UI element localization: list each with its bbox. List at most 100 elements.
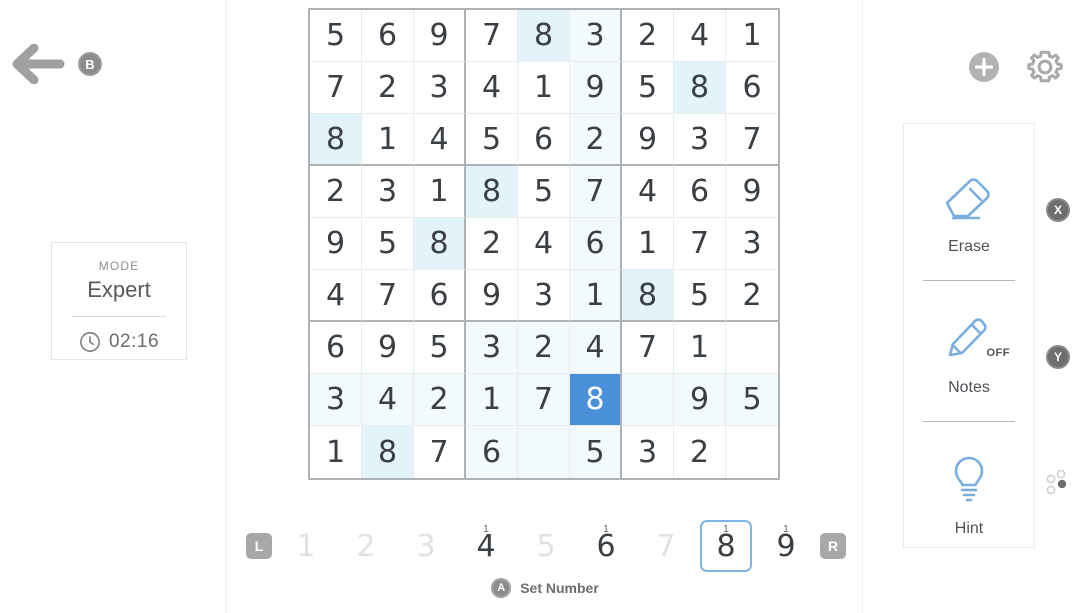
cell-r9-c8[interactable]: 2 bbox=[674, 426, 726, 478]
cell-r9-c4[interactable]: 6 bbox=[466, 426, 518, 478]
cell-r4-c8[interactable]: 6 bbox=[674, 166, 726, 218]
cell-r6-c7[interactable]: 8 bbox=[622, 270, 674, 322]
cell-r1-c8[interactable]: 4 bbox=[674, 10, 726, 62]
cell-r3-c8[interactable]: 3 bbox=[674, 114, 726, 166]
cell-r7-c2[interactable]: 9 bbox=[362, 322, 414, 374]
cell-r6-c2[interactable]: 7 bbox=[362, 270, 414, 322]
cell-r7-c3[interactable]: 5 bbox=[414, 322, 466, 374]
cell-r8-c1[interactable]: 3 bbox=[310, 374, 362, 426]
cell-r4-c6[interactable]: 7 bbox=[570, 166, 622, 218]
cell-r3-c5[interactable]: 6 bbox=[518, 114, 570, 166]
cell-r4-c5[interactable]: 5 bbox=[518, 166, 570, 218]
cell-r9-c3[interactable]: 7 bbox=[414, 426, 466, 478]
plus-circle-icon[interactable] bbox=[968, 51, 1000, 83]
numpad-key-1[interactable]: 1 bbox=[280, 520, 332, 572]
cell-r4-c4[interactable]: 8 bbox=[466, 166, 518, 218]
cell-r3-c7[interactable]: 9 bbox=[622, 114, 674, 166]
cell-r5-c5[interactable]: 4 bbox=[518, 218, 570, 270]
cell-r9-c7[interactable]: 3 bbox=[622, 426, 674, 478]
cell-r9-c5[interactable] bbox=[518, 426, 570, 478]
tool-hint[interactable]: Hint bbox=[947, 448, 991, 538]
arrow-left-icon[interactable] bbox=[8, 44, 66, 84]
cell-r2-c6[interactable]: 9 bbox=[570, 62, 622, 114]
cell-r8-c2[interactable]: 4 bbox=[362, 374, 414, 426]
cell-r5-c7[interactable]: 1 bbox=[622, 218, 674, 270]
cell-r1-c2[interactable]: 6 bbox=[362, 10, 414, 62]
numpad-key-3[interactable]: 3 bbox=[400, 520, 452, 572]
right-shoulder-button[interactable]: R bbox=[820, 533, 846, 559]
gear-icon[interactable] bbox=[1026, 48, 1064, 86]
cell-r6-c5[interactable]: 3 bbox=[518, 270, 570, 322]
cell-r6-c3[interactable]: 6 bbox=[414, 270, 466, 322]
cell-r8-c3[interactable]: 2 bbox=[414, 374, 466, 426]
cell-r6-c8[interactable]: 5 bbox=[674, 270, 726, 322]
cell-r4-c7[interactable]: 4 bbox=[622, 166, 674, 218]
cell-r2-c9[interactable]: 6 bbox=[726, 62, 778, 114]
numpad-key-4[interactable]: 14 bbox=[460, 520, 512, 572]
cell-r9-c2[interactable]: 8 bbox=[362, 426, 414, 478]
cell-r5-c6[interactable]: 6 bbox=[570, 218, 622, 270]
numpad-key-7[interactable]: 7 bbox=[640, 520, 692, 572]
cell-r8-c6[interactable]: 8 bbox=[570, 374, 622, 426]
cell-r7-c6[interactable]: 4 bbox=[570, 322, 622, 374]
cell-r2-c8[interactable]: 8 bbox=[674, 62, 726, 114]
cell-r6-c4[interactable]: 9 bbox=[466, 270, 518, 322]
cell-r3-c3[interactable]: 4 bbox=[414, 114, 466, 166]
cell-r9-c6[interactable]: 5 bbox=[570, 426, 622, 478]
cell-r4-c1[interactable]: 2 bbox=[310, 166, 362, 218]
cell-r7-c1[interactable]: 6 bbox=[310, 322, 362, 374]
cell-r1-c4[interactable]: 7 bbox=[466, 10, 518, 62]
cell-r1-c7[interactable]: 2 bbox=[622, 10, 674, 62]
cell-r1-c3[interactable]: 9 bbox=[414, 10, 466, 62]
cell-r8-c7[interactable] bbox=[622, 374, 674, 426]
cell-r1-c1[interactable]: 5 bbox=[310, 10, 362, 62]
tool-erase[interactable]: Erase bbox=[941, 166, 997, 256]
back-control[interactable]: B bbox=[8, 44, 102, 84]
cell-r2-c5[interactable]: 1 bbox=[518, 62, 570, 114]
cell-r6-c6[interactable]: 1 bbox=[570, 270, 622, 322]
cell-r1-c6[interactable]: 3 bbox=[570, 10, 622, 62]
cell-r3-c9[interactable]: 7 bbox=[726, 114, 778, 166]
cell-r7-c4[interactable]: 3 bbox=[466, 322, 518, 374]
cell-r6-c9[interactable]: 2 bbox=[726, 270, 778, 322]
cell-r2-c2[interactable]: 2 bbox=[362, 62, 414, 114]
cell-r5-c2[interactable]: 5 bbox=[362, 218, 414, 270]
cell-r7-c7[interactable]: 7 bbox=[622, 322, 674, 374]
sudoku-board[interactable]: 5697832417234195868145629372318574699582… bbox=[308, 8, 780, 480]
cell-r3-c6[interactable]: 2 bbox=[570, 114, 622, 166]
cell-r3-c2[interactable]: 1 bbox=[362, 114, 414, 166]
cell-r8-c4[interactable]: 1 bbox=[466, 374, 518, 426]
number-pad[interactable]: L1231451671819 R bbox=[246, 520, 846, 572]
numpad-key-9[interactable]: 19 bbox=[760, 520, 812, 572]
cell-r8-c9[interactable]: 5 bbox=[726, 374, 778, 426]
numpad-key-2[interactable]: 2 bbox=[340, 520, 392, 572]
cell-r9-c1[interactable]: 1 bbox=[310, 426, 362, 478]
cell-r7-c9[interactable] bbox=[726, 322, 778, 374]
cell-r5-c8[interactable]: 7 bbox=[674, 218, 726, 270]
cell-r3-c1[interactable]: 8 bbox=[310, 114, 362, 166]
cell-r5-c3[interactable]: 8 bbox=[414, 218, 466, 270]
cell-r2-c4[interactable]: 4 bbox=[466, 62, 518, 114]
numpad-key-8[interactable]: 18 bbox=[700, 520, 752, 572]
cell-r5-c9[interactable]: 3 bbox=[726, 218, 778, 270]
cell-r7-c5[interactable]: 2 bbox=[518, 322, 570, 374]
cell-r4-c2[interactable]: 3 bbox=[362, 166, 414, 218]
cell-r8-c8[interactable]: 9 bbox=[674, 374, 726, 426]
numpad-key-5[interactable]: 5 bbox=[520, 520, 572, 572]
cell-r6-c1[interactable]: 4 bbox=[310, 270, 362, 322]
cell-r4-c3[interactable]: 1 bbox=[414, 166, 466, 218]
cell-r5-c1[interactable]: 9 bbox=[310, 218, 362, 270]
left-shoulder-button[interactable]: L bbox=[246, 533, 272, 559]
cell-r4-c9[interactable]: 9 bbox=[726, 166, 778, 218]
cell-r8-c5[interactable]: 7 bbox=[518, 374, 570, 426]
set-number-action[interactable]: A Set Number bbox=[0, 578, 1090, 598]
cell-r9-c9[interactable] bbox=[726, 426, 778, 478]
cell-r1-c5[interactable]: 8 bbox=[518, 10, 570, 62]
cell-r2-c3[interactable]: 3 bbox=[414, 62, 466, 114]
tool-notes[interactable]: OFF Notes bbox=[944, 307, 1010, 397]
cell-r5-c4[interactable]: 2 bbox=[466, 218, 518, 270]
cell-r1-c9[interactable]: 1 bbox=[726, 10, 778, 62]
cell-r7-c8[interactable]: 1 bbox=[674, 322, 726, 374]
cell-r3-c4[interactable]: 5 bbox=[466, 114, 518, 166]
numpad-key-6[interactable]: 16 bbox=[580, 520, 632, 572]
